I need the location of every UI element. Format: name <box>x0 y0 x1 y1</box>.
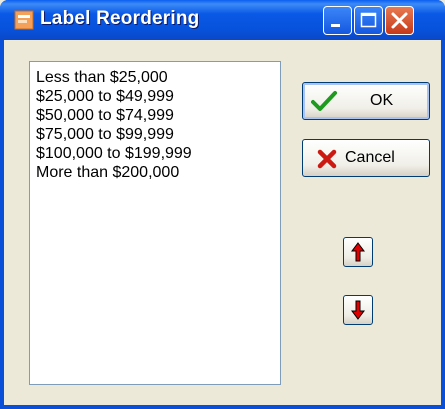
label-reordering-dialog: Label Reordering Less than $25,000 $25,0… <box>0 0 445 409</box>
list-item[interactable]: $100,000 to $199,999 <box>30 144 280 163</box>
minimize-icon <box>331 24 340 27</box>
window-title: Label Reordering <box>40 8 200 29</box>
app-icon <box>14 10 34 30</box>
close-button[interactable] <box>385 6 414 35</box>
list-item[interactable]: Less than $25,000 <box>30 68 280 87</box>
list-item[interactable]: $50,000 to $74,999 <box>30 106 280 125</box>
minimize-button[interactable] <box>323 6 352 35</box>
maximize-button[interactable] <box>354 6 383 35</box>
list-item[interactable]: $75,000 to $99,999 <box>30 125 280 144</box>
x-icon <box>317 149 337 169</box>
move-up-button[interactable] <box>343 237 373 267</box>
checkmark-icon <box>311 91 337 111</box>
list-item[interactable]: $25,000 to $49,999 <box>30 87 280 106</box>
ok-label: OK <box>370 92 394 109</box>
maximize-icon <box>360 12 377 28</box>
arrow-up-icon <box>351 242 365 262</box>
list-item[interactable]: More than $200,000 <box>30 163 280 182</box>
cancel-label: Cancel <box>345 149 395 166</box>
title-bar[interactable]: Label Reordering <box>0 0 445 40</box>
close-icon <box>391 12 408 29</box>
arrow-down-icon <box>351 300 365 320</box>
cancel-button[interactable]: Cancel <box>302 139 430 177</box>
move-down-button[interactable] <box>343 295 373 325</box>
ok-button[interactable]: OK <box>302 82 430 120</box>
label-listbox[interactable]: Less than $25,000 $25,000 to $49,999 $50… <box>29 61 281 385</box>
